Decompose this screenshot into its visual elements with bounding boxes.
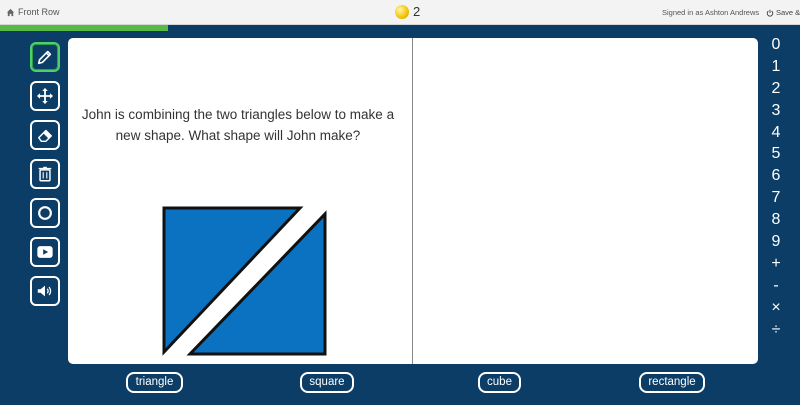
numpad-key-divide[interactable]: ÷ [762,319,790,341]
answer-button-square[interactable]: square [300,372,354,393]
numpad-key-8[interactable]: 8 [762,209,790,231]
numpad-key-0[interactable]: 0 [762,34,790,56]
numpad-key-5[interactable]: 5 [762,143,790,165]
home-icon [6,8,15,16]
answer-button-triangle[interactable]: triangle [126,372,183,393]
coin-icon [395,4,409,19]
numpad-key-1[interactable]: 1 [762,56,790,78]
answer-choices: triangle square cube rectangle [0,372,800,394]
numpad-key-6[interactable]: 6 [762,165,790,187]
trash-icon [38,166,52,182]
numpad-key-4[interactable]: 4 [762,122,790,144]
move-tool-button[interactable] [30,81,60,111]
numpad-key-7[interactable]: 7 [762,187,790,209]
pencil-tool-button[interactable] [30,42,60,72]
work-canvas[interactable]: John is combining the two triangles belo… [68,38,758,364]
triangles-figure [162,206,327,356]
trash-tool-button[interactable] [30,159,60,189]
top-bar: Front Row 2 Signed in as Ashton Andrews … [0,0,800,25]
question-text: John is combining the two triangles belo… [81,107,395,143]
video-tool-button[interactable] [30,237,60,267]
home-link[interactable]: Front Row [6,7,60,17]
coin-count: 2 [413,4,421,19]
home-label: Front Row [18,7,60,17]
answer-button-cube[interactable]: cube [478,372,521,393]
circle-icon [38,206,52,220]
progress-bar [0,25,168,31]
audio-icon [37,285,52,297]
coin-counter: 2 [395,4,420,19]
signed-in-text: Signed in as Ashton Andrews [662,8,760,17]
eraser-tool-button[interactable] [30,120,60,150]
numpad-key-plus[interactable]: + [762,253,790,275]
eraser-icon [37,129,53,143]
numpad-key-times[interactable]: × [762,297,790,319]
numpad-key-9[interactable]: 9 [762,231,790,253]
power-icon [766,9,774,17]
save-label: Save & [776,8,800,17]
audio-tool-button[interactable] [30,276,60,306]
numpad-key-minus[interactable]: - [762,275,790,297]
save-button[interactable]: Save & [766,8,800,17]
move-icon [36,87,54,105]
circle-tool-button[interactable] [30,198,60,228]
answer-button-rectangle[interactable]: rectangle [639,372,705,393]
canvas-divider [412,38,413,364]
video-icon [37,246,53,258]
number-pad: 0 1 2 3 4 5 6 7 8 9 + - × ÷ [762,34,790,340]
pencil-icon [37,50,52,65]
numpad-key-3[interactable]: 3 [762,100,790,122]
numpad-key-2[interactable]: 2 [762,78,790,100]
